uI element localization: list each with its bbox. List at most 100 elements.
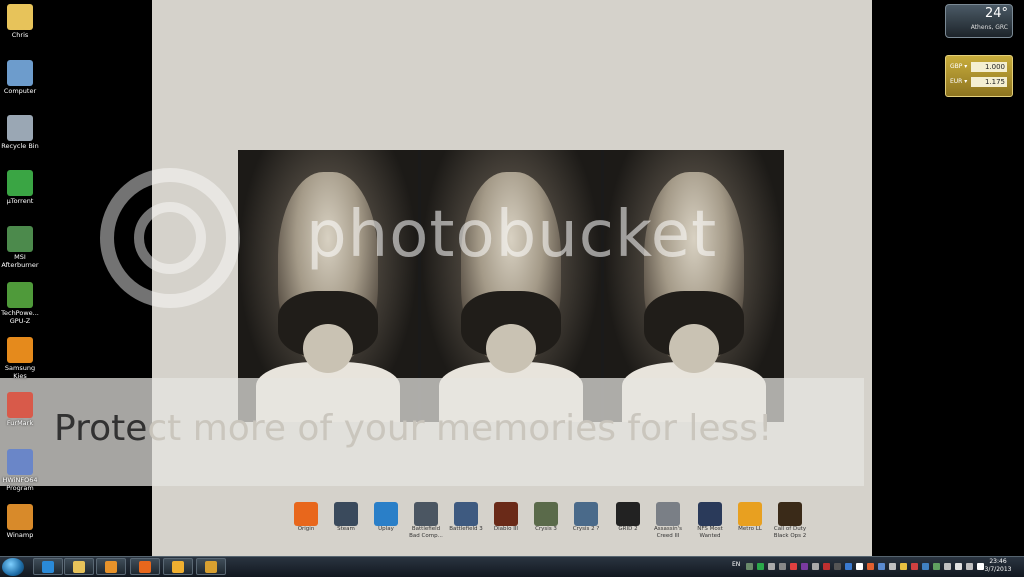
taskbar-button[interactable]	[64, 558, 94, 575]
game-shortcut[interactable]: NFS Most Wanted	[692, 500, 728, 540]
tray-icon[interactable]	[790, 563, 797, 570]
desktop-icon[interactable]: Winamp	[0, 504, 40, 539]
tray-icon[interactable]	[812, 563, 819, 570]
currency-code: EUR ▾	[950, 78, 968, 85]
battlefield-bc-icon	[414, 502, 438, 526]
desktop-icon[interactable]: Chris	[0, 4, 40, 39]
recycle-bin-icon	[7, 115, 33, 141]
game-shortcut-label: Battlefield Bad Comp...	[409, 526, 443, 539]
tray-icon[interactable]	[779, 563, 786, 570]
tray-icon[interactable]	[746, 563, 753, 570]
game-shortcut-label: Battlefield 3	[449, 526, 483, 532]
tray-icon[interactable]	[922, 563, 929, 570]
metro-icon	[738, 502, 762, 526]
game-shortcut[interactable]: Uplay	[368, 500, 404, 533]
msi-afterburner-icon	[7, 226, 33, 252]
game-shortcut[interactable]: Steam	[328, 500, 364, 533]
tray-icon[interactable]	[911, 563, 918, 570]
battlefield-3-icon	[454, 502, 478, 526]
desktop-icon[interactable]: µTorrent	[0, 170, 40, 205]
start-button[interactable]	[2, 558, 24, 576]
assassins-creed-icon	[656, 502, 680, 526]
desktop-icon[interactable]: MSI Afterburner	[0, 226, 40, 269]
taskbar-button[interactable]	[196, 558, 226, 575]
system-tray: EN	[730, 558, 984, 576]
desktop-icon[interactable]: TechPowe... GPU-Z	[0, 282, 40, 325]
language-indicator[interactable]: EN	[732, 561, 740, 568]
furmark-icon	[7, 392, 33, 418]
game-shortcut-label: Crysis 2 ?	[572, 526, 600, 532]
currency-value[interactable]: 1.175	[971, 77, 1007, 87]
desktop-icon[interactable]: HWiNFO64 Program	[0, 449, 40, 492]
tray-icon[interactable]	[944, 563, 951, 570]
tray-icon[interactable]	[867, 563, 874, 570]
firefox-icon	[139, 561, 151, 573]
game-shortcut-label: Diablo III	[493, 526, 519, 532]
taskbar-button[interactable]	[130, 558, 160, 575]
tray-icon[interactable]	[768, 563, 775, 570]
currency-code: GBP ▾	[950, 63, 968, 70]
currency-gadget[interactable]: GBP ▾ 1.000 EUR ▾ 1.175	[945, 55, 1013, 97]
steam-icon	[334, 502, 358, 526]
game-shortcut[interactable]: Battlefield 3	[448, 500, 484, 533]
taskbar-clock[interactable]: 23:46 3/7/2013	[980, 558, 1016, 576]
game-shortcut[interactable]: Crysis 3	[528, 500, 564, 533]
tray-icon[interactable]	[856, 563, 863, 570]
desktop-icon[interactable]: Samsung Kies	[0, 337, 40, 380]
tray-icon[interactable]	[955, 563, 962, 570]
tray-icon[interactable]	[845, 563, 852, 570]
game-shortcut[interactable]: Origin	[288, 500, 324, 533]
tray-icon[interactable]	[757, 563, 764, 570]
crysis-3-icon	[534, 502, 558, 526]
explorer-folder-icon	[73, 561, 85, 573]
game-shortcut-label: Steam	[337, 526, 355, 532]
hwinfo-icon	[7, 449, 33, 475]
game-shortcut[interactable]: Metro LL	[732, 500, 768, 533]
clock-date: 3/7/2013	[984, 566, 1012, 573]
game-shortcut-label: Uplay	[378, 526, 394, 532]
desktop-icon[interactable]: Recycle Bin	[0, 115, 40, 150]
utorrent-icon	[7, 170, 33, 196]
game-shortcut[interactable]: Assassin's Creed III	[650, 500, 686, 540]
desktop-icon[interactable]: Computer	[0, 60, 40, 95]
taskbar-button[interactable]	[33, 558, 63, 575]
game-shortcut-label: Call of Duty Black Ops 2	[773, 526, 807, 539]
currency-row-gbp[interactable]: GBP ▾ 1.000	[949, 61, 1009, 74]
grid-2-icon	[616, 502, 640, 526]
internet-explorer-icon	[42, 561, 54, 573]
game-shortcut-label: Assassin's Creed III	[654, 526, 682, 539]
game-shortcut-label: Crysis 3	[535, 526, 557, 532]
desktop-icon-label: TechPowe... GPU-Z	[1, 309, 39, 325]
game-shortcut[interactable]: Crysis 2 ?	[568, 500, 604, 533]
media-player-icon	[105, 561, 117, 573]
tray-icon[interactable]	[966, 563, 973, 570]
game-shortcut[interactable]: Battlefield Bad Comp...	[408, 500, 444, 540]
nfs-icon	[698, 502, 722, 526]
game-shortcut-label: Origin	[297, 526, 315, 532]
currency-value[interactable]: 1.000	[971, 62, 1007, 72]
computer-icon	[7, 60, 33, 86]
game-shortcut[interactable]: Call of Duty Black Ops 2	[772, 500, 808, 540]
desktop-icon-label: FurMark	[6, 419, 34, 427]
taskbar-button[interactable]	[163, 558, 193, 575]
weather-gadget[interactable]: 24° Athens, GRC	[945, 4, 1013, 38]
game-shortcut[interactable]: Diablo III	[488, 500, 524, 533]
desktop-icon-label: Computer	[3, 87, 37, 95]
crysis-2-icon	[574, 502, 598, 526]
tray-icon[interactable]	[878, 563, 885, 570]
tray-icon[interactable]	[933, 563, 940, 570]
watermark-banner-text-light: ct more of your memories for less!	[147, 408, 773, 449]
game-shortcut[interactable]: GRID 2	[610, 500, 646, 533]
weather-city: Athens, GRC	[970, 24, 1008, 31]
tray-icon[interactable]	[823, 563, 830, 570]
tray-icon[interactable]	[900, 563, 907, 570]
desktop-icon[interactable]: FurMark	[0, 392, 40, 427]
currency-row-eur[interactable]: EUR ▾ 1.175	[949, 76, 1009, 89]
tray-icon[interactable]	[889, 563, 896, 570]
desktop-icon-label: Winamp	[6, 531, 34, 539]
tray-icon[interactable]	[834, 563, 841, 570]
taskbar-button[interactable]	[96, 558, 126, 575]
weather-temperature: 24°	[984, 6, 1008, 21]
uplay-icon	[374, 502, 398, 526]
tray-icon[interactable]	[801, 563, 808, 570]
